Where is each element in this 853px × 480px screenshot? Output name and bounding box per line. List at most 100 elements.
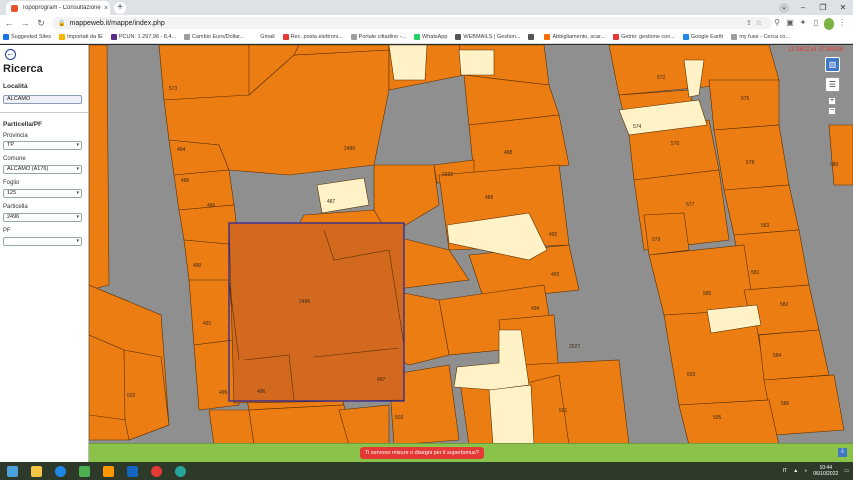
back-arrow-icon[interactable]: ← xyxy=(2,18,16,28)
language-indicator[interactable]: IT xyxy=(783,468,787,474)
parcel-number: 581 xyxy=(751,270,760,276)
bookmark-item[interactable]: Getrio: gestione con... xyxy=(613,34,675,40)
parcel-shape[interactable] xyxy=(763,374,845,436)
zoom-icon[interactable]: ⚲ xyxy=(772,17,782,29)
cadastral-map[interactable]: 573 2490 484 485 486 487 2332 488 489 49… xyxy=(89,45,853,462)
bookmark-item[interactable]: Importati da IE xyxy=(59,34,103,40)
bookmark-item[interactable]: Abbigliamento, scar... xyxy=(544,34,605,40)
comune-select[interactable]: ALCAMO (A176) ▾ xyxy=(3,165,82,174)
media-button[interactable] xyxy=(96,462,120,480)
parcel-shape[interactable] xyxy=(758,329,830,381)
layers-button[interactable]: ▥ xyxy=(825,57,840,72)
bookmark-favicon-icon xyxy=(544,34,551,40)
bookmark-item[interactable]: my fuse - Cerca co... xyxy=(731,34,790,40)
parcel-number: 575 xyxy=(741,96,750,102)
pf-select[interactable]: ▾ xyxy=(3,237,82,246)
network-icon[interactable]: ▲ xyxy=(793,468,798,474)
chrome-button[interactable] xyxy=(144,462,168,480)
forward-arrow-icon[interactable]: → xyxy=(18,18,32,28)
parcel-shape[interactable] xyxy=(173,169,235,211)
profile-avatar[interactable] xyxy=(824,17,834,30)
app-icon xyxy=(78,465,90,477)
close-window-button[interactable]: ✕ xyxy=(833,0,853,15)
chrome-menu-icon[interactable]: ⋮ xyxy=(837,17,847,29)
bookmark-item[interactable]: PCUN: 1.297,98 - 8,4... xyxy=(110,34,176,40)
bookmark-item[interactable]: Suggested Sites xyxy=(3,34,51,40)
browser-tab[interactable]: Topoprogram - Consultazione m × xyxy=(6,1,110,15)
new-tab-button[interactable]: + xyxy=(114,2,126,14)
zoom-in-button[interactable]: + xyxy=(828,97,836,105)
foglio-select[interactable]: 125 ▾ xyxy=(3,189,82,198)
notifications-icon[interactable]: ▭ xyxy=(844,468,849,474)
parcel-shape[interactable] xyxy=(248,404,350,446)
ie-button[interactable] xyxy=(48,462,72,480)
parcel-shape[interactable] xyxy=(89,45,110,291)
bookmark-label: Gmail xyxy=(260,34,275,40)
tab-title: Topoprogram - Consultazione m xyxy=(22,5,102,11)
zoom-out-button[interactable]: − xyxy=(828,107,836,115)
parcel-shape[interactable] xyxy=(648,244,755,316)
bookmark-item[interactable]: WEBMAILS | Gestion... xyxy=(455,34,520,40)
parcel-number: 502 xyxy=(127,393,136,399)
reload-icon[interactable]: ↻ xyxy=(34,18,48,29)
foglio-value: 125 xyxy=(7,190,17,196)
localita-input[interactable]: ALCAMO xyxy=(3,95,82,104)
list-button[interactable]: ☰ xyxy=(825,77,840,92)
parcel-2496-highlight[interactable] xyxy=(228,222,405,404)
bookmark-item[interactable]: Google Earth xyxy=(682,34,723,40)
parcel-shape[interactable] xyxy=(643,212,690,256)
maximize-button[interactable]: ❐ xyxy=(813,0,833,15)
clock-date: 06/10/2022 xyxy=(813,471,839,477)
particella-select[interactable]: 2496 ▾ xyxy=(3,213,82,222)
building-shape[interactable] xyxy=(488,384,535,446)
tab-close-icon[interactable]: × xyxy=(104,5,108,12)
outlook-button[interactable] xyxy=(120,462,144,480)
map-coordinates: 12.962214 37.98938 xyxy=(787,47,843,53)
dropdown-chevron-icon: ▾ xyxy=(76,166,79,172)
bookmark-item[interactable] xyxy=(528,34,536,40)
parcel-number: 2496 xyxy=(299,299,310,305)
start-button[interactable] xyxy=(0,462,24,480)
map-canvas[interactable]: 573 2490 484 485 486 487 2332 488 489 49… xyxy=(89,45,853,462)
bookmark-label: Importati da IE xyxy=(67,34,103,40)
volume-icon[interactable]: ◖ xyxy=(804,468,807,474)
parcel-shape[interactable] xyxy=(208,409,255,446)
bookmark-favicon-icon xyxy=(731,34,738,40)
parcel-number: 595 xyxy=(713,415,722,421)
address-bar[interactable]: 🔒 mappeweb.it/mappe/index.php ⇪☆ xyxy=(52,17,772,29)
building-shape[interactable] xyxy=(388,45,428,81)
sidepanel-icon[interactable]: ▯ xyxy=(811,17,821,29)
provincia-select[interactable]: TP ▾ xyxy=(3,141,82,150)
search-sidebar: ← Ricerca Località ALCAMO Particella/PF … xyxy=(0,45,89,462)
extensions-puzzle-icon[interactable]: ✦ xyxy=(798,17,808,29)
bookmark-item[interactable]: Gmail xyxy=(252,34,275,40)
omnibox-actions[interactable]: ⇪☆ xyxy=(746,19,766,27)
back-circle-icon[interactable]: ← xyxy=(5,49,16,60)
parcel-number: 572 xyxy=(657,75,666,81)
parcel-shape[interactable] xyxy=(713,124,790,191)
parcel-number: 578 xyxy=(746,160,755,166)
minimize-button[interactable]: – xyxy=(793,0,813,15)
bookmark-item[interactable]: Cambio Euro/Dollar... xyxy=(184,34,244,40)
file-explorer-button[interactable] xyxy=(24,462,48,480)
bookmark-favicon-icon xyxy=(455,34,462,40)
tab-search-icon[interactable]: ⌄ xyxy=(779,3,789,13)
parcel-shape[interactable] xyxy=(188,279,235,346)
app-button[interactable] xyxy=(72,462,96,480)
building-shape[interactable] xyxy=(316,177,370,214)
parcel-shape[interactable] xyxy=(678,399,780,446)
scroll-down-icon[interactable]: ⇩ xyxy=(838,448,847,457)
extension-icon[interactable]: ▣ xyxy=(785,17,795,29)
clock[interactable]: 10:44 06/10/2022 xyxy=(813,465,838,477)
bookmark-item[interactable]: Portale cittadino -... xyxy=(350,34,406,40)
address-url: mappeweb.it/mappe/index.php xyxy=(69,19,165,27)
parcel-number: 593 xyxy=(687,372,696,378)
sidebar-title: Ricerca xyxy=(3,63,43,75)
parcel-shape[interactable] xyxy=(828,124,853,186)
building-shape[interactable] xyxy=(458,49,495,76)
bookmark-item[interactable]: WhatsApp xyxy=(414,34,447,40)
superbonus-button[interactable]: Ti servono misure o disegni per il super… xyxy=(360,447,484,459)
edge-button[interactable] xyxy=(168,462,192,480)
bookmark-item[interactable]: Rec. posta elettroni... xyxy=(282,34,343,40)
parcel-shape[interactable] xyxy=(708,79,780,131)
